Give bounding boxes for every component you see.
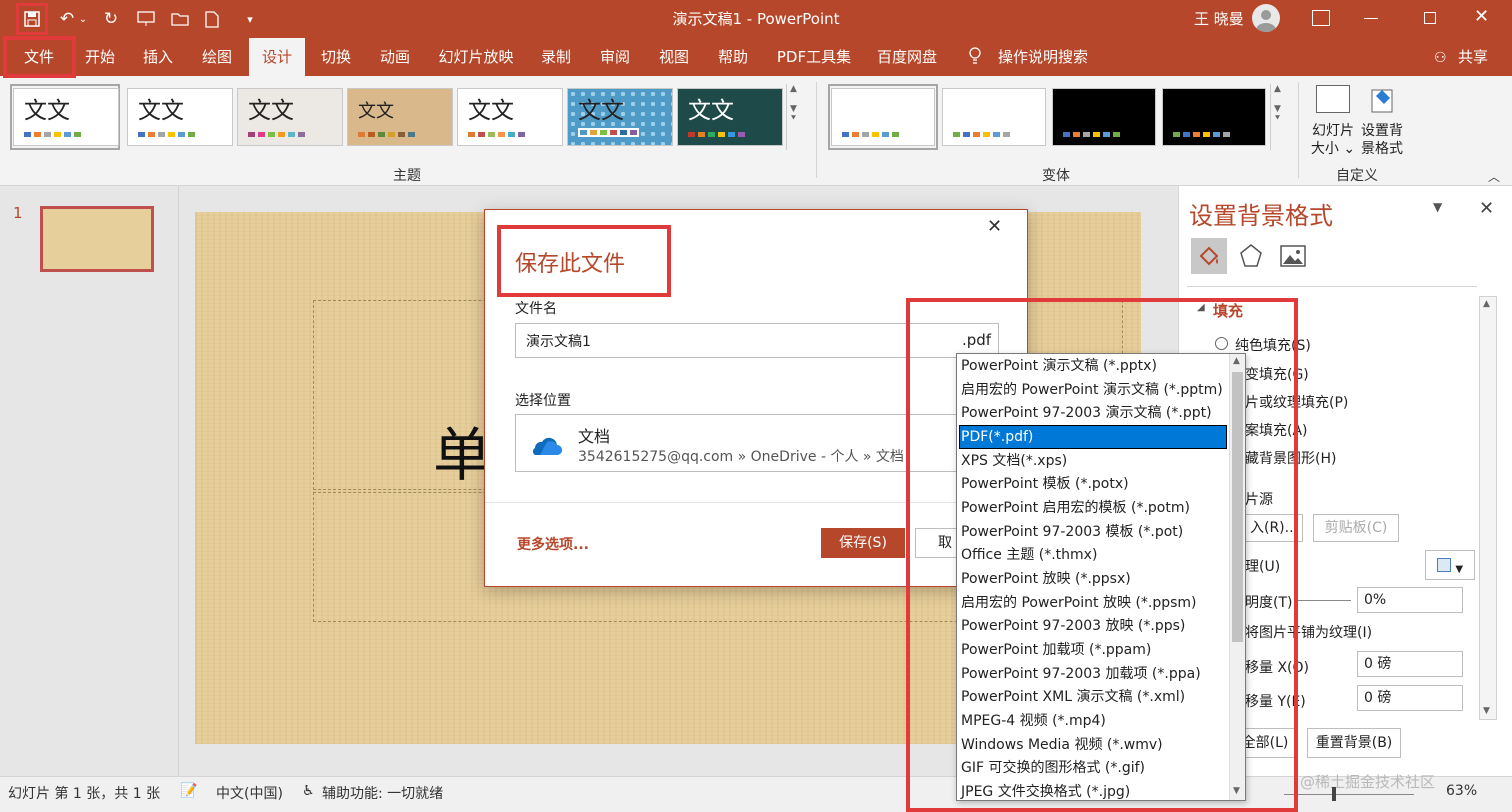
themes-scroll[interactable]: ▲ ▼ ⯆ [786,84,800,150]
share-icon: ⚇ [1434,50,1447,66]
location-label: 选择位置 [515,393,571,409]
zoom-slider-thumb[interactable] [1332,787,1336,801]
avatar[interactable] [1252,4,1280,32]
location-path: 3542615275@qq.com » OneDrive - 个人 » 文档 [578,449,904,465]
format-background-icon[interactable] [1366,84,1398,116]
presenter-icon[interactable] [134,7,158,31]
collapse-ribbon-icon[interactable]: ︿ [1488,168,1500,185]
zoom-slider[interactable] [1284,794,1414,795]
tab-record[interactable]: 录制 [530,38,582,76]
more-options-link[interactable]: 更多选项... [517,534,589,554]
tab-pdf-tools[interactable]: PDF工具集 [772,38,856,76]
share-button[interactable]: 共享 [1456,38,1490,76]
tab-home[interactable]: 开始 [74,38,126,76]
picture-tab-icon[interactable] [1279,242,1307,270]
reset-background-button[interactable]: 重置背景(B) [1307,728,1401,758]
pane-title: 设置背景格式 [1189,202,1333,230]
tab-help[interactable]: 帮助 [707,38,759,76]
pane-scrollbar[interactable] [1479,296,1497,720]
format-background-button[interactable]: 设置背景格式 [1360,122,1404,158]
tab-slideshow[interactable]: 幻灯片放映 [434,38,518,76]
ribbon-display-icon[interactable] [1312,10,1330,26]
offset-y-input[interactable]: 0 磅 [1357,685,1463,711]
onedrive-icon [526,433,562,457]
pane-close-icon[interactable]: ✕ [1479,198,1494,219]
ribbon-tabs: 文件 开始 插入 绘图 设计 切换 动画 幻灯片放映 录制 审阅 视图 帮助 P… [0,38,1512,76]
title-bar: ↶ ⌄ ↻ ▾ 演示文稿1 - PowerPoint 王 晓曼 ✕ [0,0,1512,38]
slide-thumbnail[interactable] [40,206,154,272]
highlight-file-tab [3,36,76,78]
window-title: 演示文稿1 - PowerPoint [672,10,840,28]
tab-review[interactable]: 审阅 [589,38,641,76]
open-folder-icon[interactable] [168,7,192,31]
highlight-dialog-title [497,225,671,297]
variant-4[interactable] [1162,88,1266,146]
new-file-icon[interactable] [200,7,224,31]
theme-3[interactable]: 文文 [237,88,343,146]
highlight-save-icon [16,3,48,35]
user-name[interactable]: 王 晓曼 [1194,0,1244,38]
tab-view[interactable]: 视图 [648,38,700,76]
close-window-icon[interactable]: ✕ [1474,6,1489,27]
spellcheck-icon[interactable]: 📝 [180,783,197,799]
customize-qat-icon[interactable]: ▾ [238,7,262,31]
pane-scroll-up-icon[interactable]: ▲ [1483,299,1490,309]
theme-2[interactable]: 文文 [127,88,233,146]
tab-animations[interactable]: 动画 [369,38,421,76]
variant-2[interactable] [942,88,1046,146]
theme-office[interactable]: 文文 [13,88,119,146]
dialog-close-icon[interactable]: ✕ [987,216,1002,237]
theme-6[interactable]: 文文 [567,88,673,146]
pane-options-icon[interactable]: ▼ [1433,200,1442,214]
filename-label: 文件名 [515,301,557,317]
accessibility-icon[interactable]: ♿ [302,783,315,799]
watermark: @稀土掘金技术社区 [1300,773,1436,791]
variants-scroll[interactable]: ▲ ▼ ⯆ [1270,84,1284,150]
theme-4[interactable]: 文文 [347,88,453,146]
undo-dropdown-icon[interactable]: ⌄ [77,7,89,31]
redo-icon[interactable]: ↻ [99,7,123,31]
tab-transitions[interactable]: 切换 [310,38,362,76]
zoom-level[interactable]: 63% [1446,783,1477,799]
variant-1[interactable] [831,88,935,146]
language-status[interactable]: 中文(中国) [216,783,283,803]
texture-picker[interactable]: ▼ [1425,550,1475,580]
lightbulb-icon [968,47,982,65]
ribbon-design: 文文 文文 文文 文文 文文 文文 文文 ▲ ▼ ⯆ 主题 ▲ ▼ ⯆ 变体 幻灯片大小… [0,76,1512,186]
customize-group-label: 自定义 [1336,168,1378,184]
theme-7[interactable]: 文文 [677,88,783,146]
slide-size-icon[interactable] [1316,85,1350,113]
fill-tab-icon[interactable] [1191,238,1227,274]
location-name: 文档 [578,427,611,446]
offset-x-input[interactable]: 0 磅 [1357,651,1463,677]
undo-icon[interactable]: ↶ [55,7,79,31]
variants-group-label: 变体 [1042,168,1070,184]
slide-size-button[interactable]: 幻灯片大小 ⌄ [1310,122,1356,158]
slide-number: 1 [13,204,23,222]
highlight-file-type-list [906,298,1298,812]
effects-tab-icon[interactable] [1237,242,1265,270]
slide-title-text: 单 [433,421,492,489]
tab-baidu-netdisk[interactable]: 百度网盘 [872,38,942,76]
transparency-input[interactable]: 0% [1357,587,1463,613]
minimize-icon[interactable] [1364,18,1378,19]
clipboard-button[interactable]: 剪贴板(C) [1313,514,1399,542]
tab-design[interactable]: 设计 [249,38,305,76]
transparency-slider[interactable] [1297,600,1351,601]
variant-3[interactable] [1052,88,1156,146]
theme-5[interactable]: 文文 [457,88,563,146]
pane-scroll-down-icon[interactable]: ▼ [1483,706,1490,716]
themes-group-label: 主题 [393,168,421,184]
save-button[interactable]: 保存(S) [821,528,905,558]
tab-draw[interactable]: 绘图 [191,38,243,76]
accessibility-status[interactable]: 辅助功能: 一切就绪 [322,783,443,803]
slide-count: 幻灯片 第 1 张，共 1 张 [8,786,161,802]
filename-value: 演示文稿1 [526,334,591,350]
tab-insert[interactable]: 插入 [132,38,184,76]
tell-me-search[interactable]: 操作说明搜索 [998,38,1088,76]
restore-icon[interactable] [1424,12,1436,24]
